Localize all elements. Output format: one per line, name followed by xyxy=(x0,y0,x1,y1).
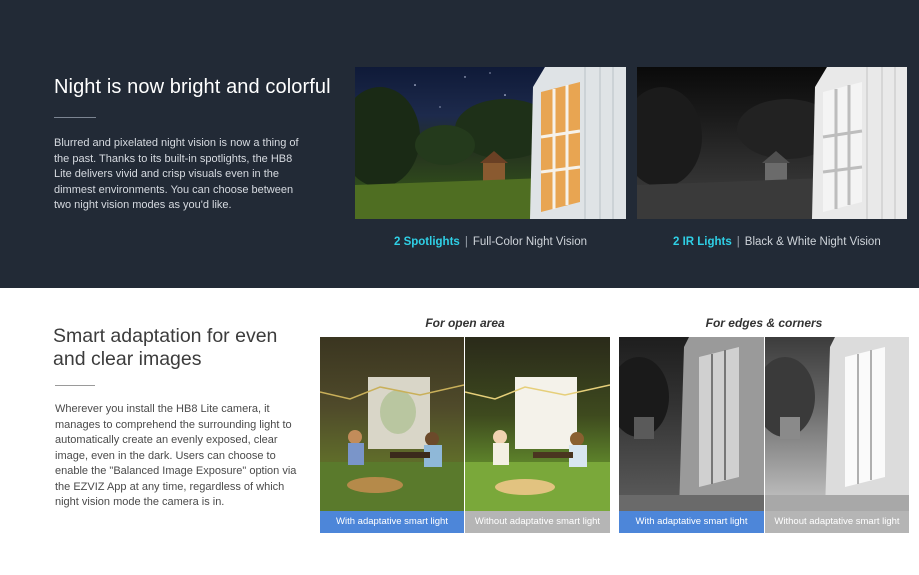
full-color-scene xyxy=(355,67,626,219)
open-area-title: For open area xyxy=(425,316,505,330)
edges-with-label: With adaptative smart light xyxy=(619,511,764,533)
spotlight-count: 2 Spotlights xyxy=(394,236,460,248)
house-corner-bright xyxy=(765,337,909,511)
adaptation-heading: Smart adaptation for even and clear imag… xyxy=(53,325,278,370)
adaptation-description: Wherever you install the HB8 Lite camera… xyxy=(55,403,297,508)
heading-divider xyxy=(54,117,96,118)
night-vision-section: Night is now bright and colorful Blurred… xyxy=(0,0,919,288)
ir-mode-label: Black & White Night Vision xyxy=(744,236,881,248)
picnic-scene-bright xyxy=(465,377,610,511)
ir-count: 2 IR Lights xyxy=(673,236,732,248)
spotlight-mode-caption: 2 Spotlights | Full-Color Night Vision xyxy=(394,236,587,248)
open-area-with-label: With adaptative smart light xyxy=(320,511,464,533)
night-description: Blurred and pixelated night vision is no… xyxy=(54,137,299,211)
spotlight-mode-label: Full-Color Night Vision xyxy=(472,236,588,248)
open-area-without-light-photo xyxy=(465,337,610,511)
caption-separator: | xyxy=(464,236,468,248)
caption-separator: | xyxy=(736,236,740,248)
edges-without-label: Without adaptative smart light xyxy=(765,511,909,533)
house-corner-dim xyxy=(619,337,764,511)
open-area-with-light-photo xyxy=(320,337,464,511)
heading-divider xyxy=(55,385,95,386)
open-area-without-label: Without adaptative smart light xyxy=(465,511,610,533)
ir-scene xyxy=(637,67,907,219)
edges-with-light-photo xyxy=(619,337,764,511)
edges-corners-title: For edges & corners xyxy=(705,316,823,330)
ir-mode-caption: 2 IR Lights | Black & White Night Vision xyxy=(673,236,881,248)
night-heading: Night is now bright and colorful xyxy=(54,76,331,98)
edges-without-light-photo xyxy=(765,337,909,511)
full-color-night-photo xyxy=(355,67,626,219)
black-white-night-photo xyxy=(637,67,907,219)
picnic-scene-dim xyxy=(320,377,464,511)
